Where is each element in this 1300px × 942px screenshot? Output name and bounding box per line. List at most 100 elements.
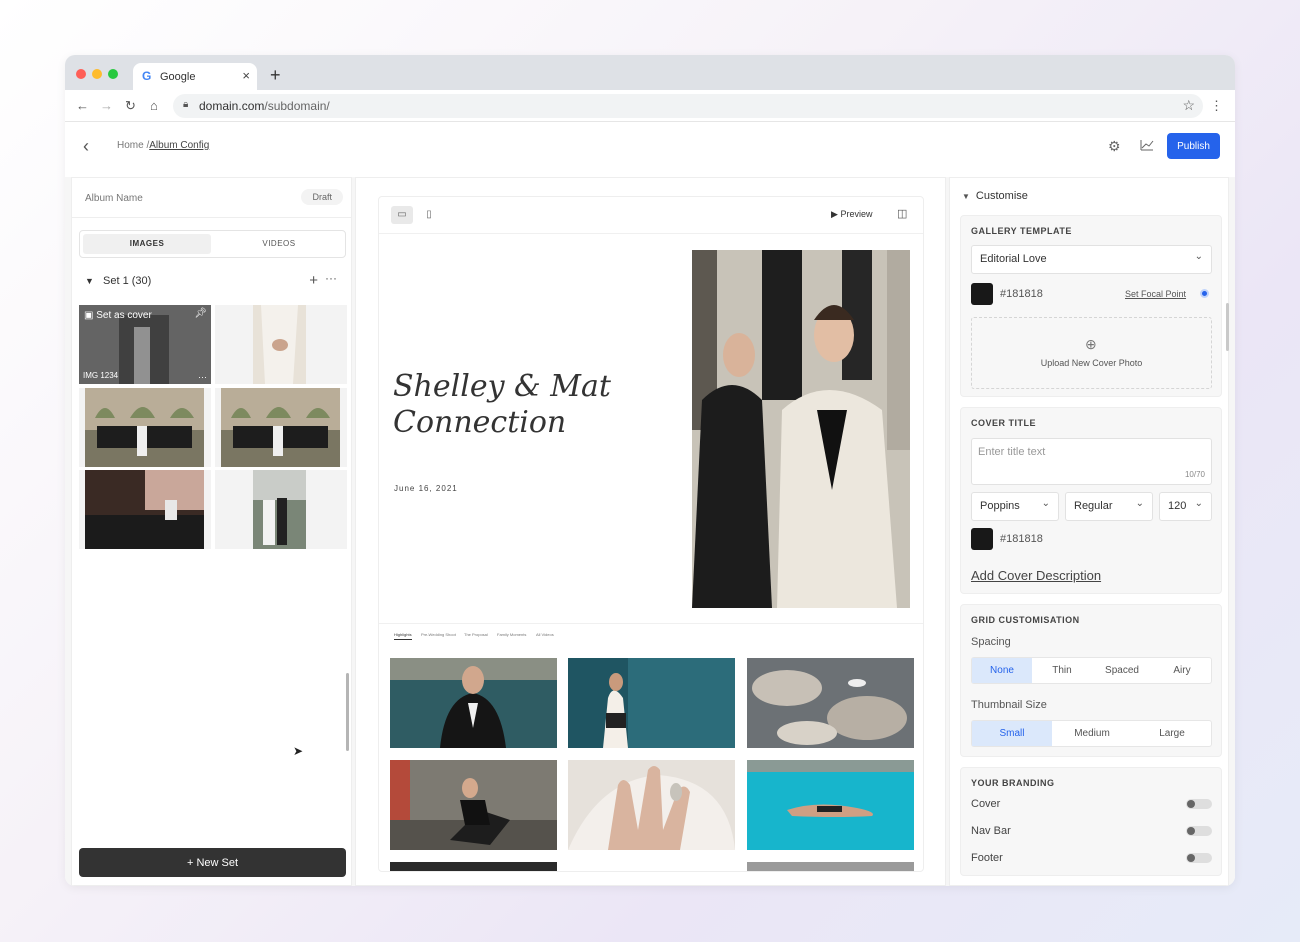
gallery-image[interactable] [390,862,557,871]
gallery-tab[interactable]: Highlights [394,632,412,640]
gallery-image[interactable] [390,760,557,850]
font-family-select[interactable]: Poppins ⌄ [971,492,1059,521]
preview-panel: ▭ ▯ ▶ Preview ◫ Shelley & Mat Connection… [355,177,946,886]
preview-toolbar: ▭ ▯ ▶ Preview ◫ [379,197,923,234]
customise-header[interactable]: ▼ Customise [962,190,1028,202]
title-color-hex[interactable]: #181818 [1000,533,1043,545]
preview-button[interactable]: Preview [840,209,872,219]
close-window-button[interactable] [76,69,86,79]
gallery-tab[interactable]: All Videos [536,632,554,637]
gallery-tab[interactable]: Pre-Wedding Shoot [421,632,456,637]
album-name-field[interactable]: Album Name [85,193,143,204]
gallery-image[interactable] [747,658,914,748]
breadcrumb-home[interactable]: Home / [117,140,149,151]
collapse-triangle-icon[interactable]: ▼ [85,276,94,286]
background-color-hex[interactable]: #181818 [1000,288,1043,300]
set-as-cover-label[interactable]: Set as cover [96,310,152,321]
grid-customisation-title: GRID CUSTOMISATION [971,615,1080,625]
cover-title-heading: COVER TITLE [971,418,1037,428]
thumbnail-option-medium[interactable]: Medium [1052,721,1132,746]
gallery-tab[interactable]: Family Moments [497,632,526,637]
set-focal-point-link[interactable]: Set Focal Point [1125,289,1186,299]
back-chevron-icon[interactable]: ‹ [83,136,89,157]
thumbnail-photo [221,388,340,467]
title-color-swatch[interactable] [971,528,993,550]
gallery-tab[interactable]: The Proposal [464,632,488,637]
image-thumbnail[interactable] [215,305,347,384]
sidebar-toggle-icon[interactable]: ◫ [897,207,907,220]
thumbnail-option-small[interactable]: Small [972,721,1052,746]
background-color-swatch[interactable] [971,283,993,305]
cover-photo-image [692,250,910,608]
sidebar-scrollbar[interactable] [346,673,349,751]
thumbnail-option-large[interactable]: Large [1132,721,1212,746]
set-name[interactable]: Set 1 (30) [103,275,151,287]
gallery-image[interactable] [568,658,735,748]
browser-toolbar: ← → ↻ ⌂ 🔒︎ domain.com/subdomain/ ☆ ⋮ [65,90,1235,122]
breadcrumb-current[interactable]: Album Config [149,140,209,151]
browser-menu-icon[interactable]: ⋮ [1210,98,1223,114]
spacing-option-spaced[interactable]: Spaced [1092,658,1152,683]
template-select[interactable]: Editorial Love ⌄ [971,245,1212,274]
spacing-option-thin[interactable]: Thin [1032,658,1092,683]
customise-scrollbar[interactable] [1226,303,1229,351]
tab-title: Google [160,71,196,83]
analytics-chart-icon[interactable] [1140,138,1154,154]
branding-cover-toggle[interactable] [1186,799,1212,809]
play-icon: ▶ [831,209,838,219]
font-size-select[interactable]: 120 ⌄ [1159,492,1212,521]
thumbnail-more-icon[interactable]: ··· [198,372,207,382]
mobile-view-icon[interactable]: ▯ [418,206,440,224]
spacing-option-airy[interactable]: Airy [1152,658,1212,683]
tab-images[interactable]: IMAGES [83,234,211,254]
cover-title-card: COVER TITLE Enter title text 10/70 Poppi… [960,407,1222,594]
home-icon[interactable]: ⌂ [150,98,158,113]
gallery-image[interactable] [747,862,914,871]
publish-button[interactable]: Publish [1167,133,1220,159]
desktop-view-icon[interactable]: ▭ [391,206,413,224]
font-size-value: 120 [1168,500,1187,512]
spacing-control: None Thin Spaced Airy [971,657,1212,684]
spacing-option-none[interactable]: None [972,658,1032,683]
image-thumbnail[interactable] [79,388,211,467]
font-weight-select[interactable]: Regular ⌄ [1065,492,1153,521]
image-thumbnail[interactable]: ▣ Set as cover 📌︎ IMG 1234 ··· [79,305,211,384]
chevron-down-icon: ⌄ [1194,251,1203,262]
close-tab-icon[interactable]: × [242,68,250,83]
status-badge: Draft [301,189,343,205]
album-name-row: Album Name Draft [72,178,351,218]
thumbnail-size-label: Thumbnail Size [971,699,1047,711]
forward-arrow-icon[interactable]: → [100,98,113,113]
new-tab-icon[interactable]: + [270,65,281,86]
image-thumbnail[interactable] [79,470,211,549]
add-cover-description-link[interactable]: Add Cover Description [971,568,1101,583]
address-bar[interactable]: 🔒︎ domain.com/subdomain/ ☆ [173,94,1203,118]
branding-navbar-toggle[interactable] [1186,826,1212,836]
image-thumbnail[interactable] [215,470,347,549]
image-thumbnail[interactable] [215,388,347,467]
branding-navbar-label: Nav Bar [971,825,1011,837]
minimize-window-button[interactable] [92,69,102,79]
pin-icon[interactable]: 📌︎ [194,308,207,319]
bookmark-star-icon[interactable]: ☆ [1182,97,1195,114]
branding-footer-toggle[interactable] [1186,853,1212,863]
browser-tab[interactable]: G Google × [133,63,257,90]
add-image-icon[interactable]: + [309,272,318,289]
cover-title-input[interactable]: Enter title text 10/70 [971,438,1212,485]
gallery-image[interactable] [568,760,735,850]
settings-gear-icon[interactable]: ⚙ [1108,138,1121,155]
url-path: /subdomain/ [264,99,330,113]
gallery-image[interactable] [390,658,557,748]
branding-footer-row: Footer [971,851,1212,867]
new-set-button[interactable]: + New Set [79,848,346,877]
app-header: ‹ Home /Album Config ⚙ Publish [65,122,1235,177]
gallery-image[interactable] [747,760,914,850]
back-arrow-icon[interactable]: ← [76,98,89,113]
upload-cover-dropzone[interactable]: ⊕ Upload New Cover Photo [971,317,1212,389]
set-more-icon[interactable]: ··· [325,271,337,285]
reload-icon[interactable]: ↻ [125,98,136,114]
tab-videos[interactable]: VIDEOS [215,234,343,254]
tab-strip: G Google × + [65,55,1235,90]
cover-title-placeholder: Enter title text [978,446,1046,458]
maximize-window-button[interactable] [108,69,118,79]
